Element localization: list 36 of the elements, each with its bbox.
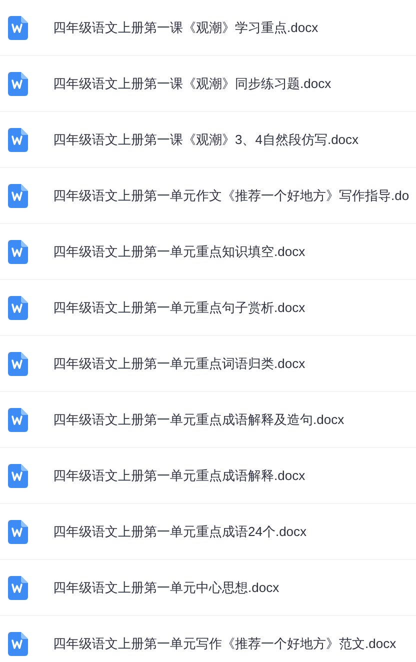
file-name: 四年级语文上册第一单元中心思想.docx: [53, 578, 280, 596]
word-document-icon: [8, 576, 28, 600]
word-document-icon: [8, 352, 28, 376]
file-row[interactable]: 四年级语文上册第一单元写作《推荐一个好地方》范文.docx: [0, 616, 416, 662]
file-name: 四年级语文上册第一单元重点成语24个.docx: [53, 522, 307, 540]
word-document-icon: [8, 464, 28, 488]
word-document-icon: [8, 240, 28, 264]
word-document-icon: [8, 184, 28, 208]
file-row[interactable]: 四年级语文上册第一单元重点词语归类.docx: [0, 336, 416, 392]
word-document-icon: [8, 72, 28, 96]
file-row[interactable]: 四年级语文上册第一课《观潮》学习重点.docx: [0, 0, 416, 56]
file-name: 四年级语文上册第一单元重点成语解释及造句.docx: [53, 410, 344, 428]
file-name: 四年级语文上册第一单元重点句子赏析.docx: [53, 298, 306, 316]
file-name: 四年级语文上册第一单元作文《推荐一个好地方》写作指导.do: [53, 186, 410, 204]
file-name: 四年级语文上册第一课《观潮》学习重点.docx: [53, 18, 318, 36]
file-row[interactable]: 四年级语文上册第一单元中心思想.docx: [0, 560, 416, 616]
file-row[interactable]: 四年级语文上册第一单元重点成语解释及造句.docx: [0, 392, 416, 448]
word-document-icon: [8, 296, 28, 320]
word-document-icon: [8, 408, 28, 432]
file-row[interactable]: 四年级语文上册第一单元重点知识填空.docx: [0, 224, 416, 280]
file-name: 四年级语文上册第一单元重点词语归类.docx: [53, 354, 306, 372]
file-row[interactable]: 四年级语文上册第一单元重点成语解释.docx: [0, 448, 416, 504]
file-name: 四年级语文上册第一单元重点知识填空.docx: [53, 242, 306, 260]
word-document-icon: [8, 128, 28, 152]
file-row[interactable]: 四年级语文上册第一课《观潮》同步练习题.docx: [0, 56, 416, 112]
word-document-icon: [8, 16, 28, 40]
file-name: 四年级语文上册第一课《观潮》同步练习题.docx: [53, 74, 332, 92]
file-row[interactable]: 四年级语文上册第一课《观潮》3、4自然段仿写.docx: [0, 112, 416, 168]
file-name: 四年级语文上册第一单元写作《推荐一个好地方》范文.docx: [53, 634, 396, 652]
word-document-icon: [8, 632, 28, 656]
word-document-icon: [8, 520, 28, 544]
file-name: 四年级语文上册第一课《观潮》3、4自然段仿写.docx: [53, 130, 359, 148]
file-name: 四年级语文上册第一单元重点成语解释.docx: [53, 466, 306, 484]
file-row[interactable]: 四年级语文上册第一单元作文《推荐一个好地方》写作指导.do: [0, 168, 416, 224]
file-row[interactable]: 四年级语文上册第一单元重点成语24个.docx: [0, 504, 416, 560]
file-row[interactable]: 四年级语文上册第一单元重点句子赏析.docx: [0, 280, 416, 336]
